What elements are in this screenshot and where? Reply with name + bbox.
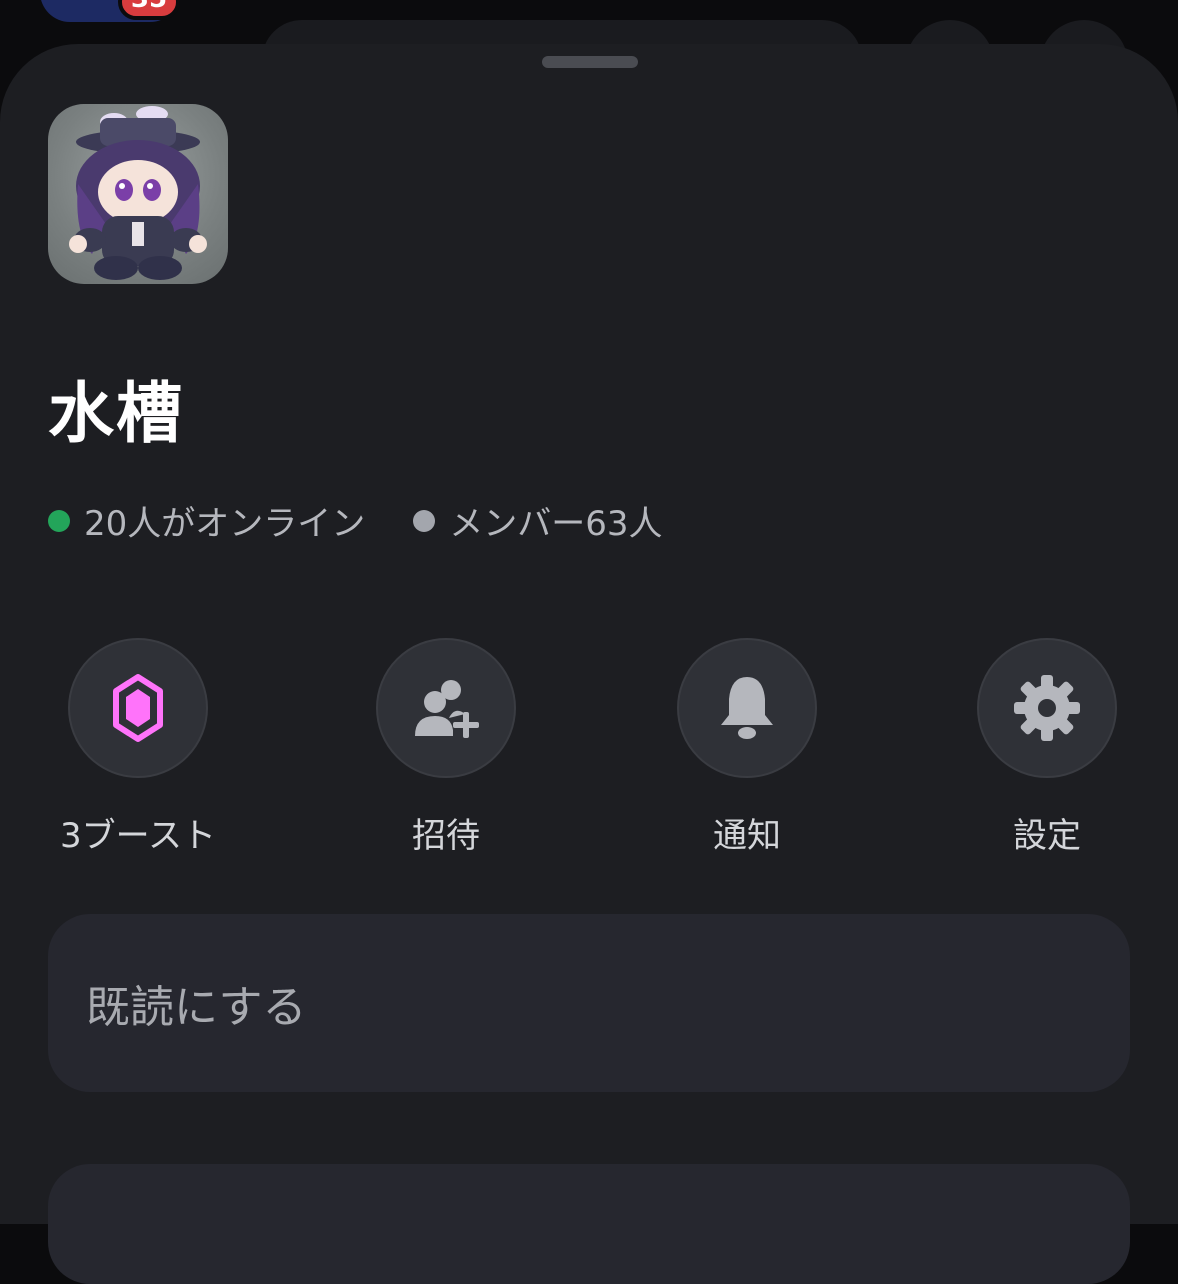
next-option-card[interactable] xyxy=(48,1164,1130,1284)
member-count-label: メンバー63人 xyxy=(449,496,662,545)
boost-button[interactable]: 3ブースト xyxy=(28,638,248,857)
invite-user-icon xyxy=(411,676,481,740)
boost-button-circle[interactable] xyxy=(68,638,208,778)
settings-button-circle[interactable] xyxy=(977,638,1117,778)
boost-label: 3ブースト xyxy=(28,808,248,857)
member-status-dot xyxy=(413,510,435,532)
invite-button-circle[interactable] xyxy=(376,638,516,778)
member-count: メンバー63人 xyxy=(413,496,662,545)
invite-button[interactable]: 招待 xyxy=(336,638,556,857)
drag-handle[interactable] xyxy=(542,56,638,68)
server-bottom-sheet: 水槽 20人がオンライン メンバー63人 3ブースト xyxy=(0,44,1178,1224)
gear-icon xyxy=(1012,673,1082,743)
server-name: 水槽 xyxy=(48,360,184,456)
online-count-label: 20人がオンライン xyxy=(84,496,365,545)
online-count: 20人がオンライン xyxy=(48,496,365,545)
server-icon xyxy=(48,104,228,284)
online-status-dot xyxy=(48,510,70,532)
notifications-label: 通知 xyxy=(637,808,857,857)
settings-button[interactable]: 設定 xyxy=(937,638,1157,857)
server-stats: 20人がオンライン メンバー63人 xyxy=(48,496,711,545)
bell-icon xyxy=(717,673,777,743)
mark-as-read-button[interactable]: 既読にする xyxy=(48,914,1130,1092)
notifications-button-circle[interactable] xyxy=(677,638,817,778)
settings-label: 設定 xyxy=(937,808,1157,857)
notification-badge: 35 xyxy=(118,0,180,20)
invite-label: 招待 xyxy=(336,808,556,857)
mark-as-read-label: 既読にする xyxy=(86,971,306,1035)
notifications-button[interactable]: 通知 xyxy=(637,638,857,857)
boost-gem-icon xyxy=(108,673,168,743)
